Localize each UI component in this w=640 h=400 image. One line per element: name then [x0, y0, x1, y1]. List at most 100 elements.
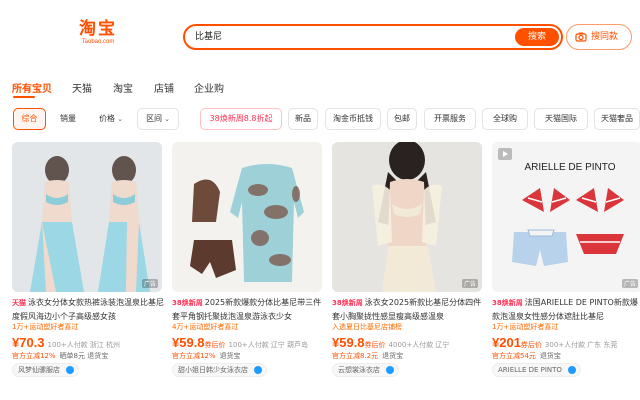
discount-text: 官方立减12% — [12, 352, 56, 360]
search-button[interactable]: 搜索 — [515, 28, 559, 46]
tab-taobao[interactable]: 淘宝 — [113, 80, 133, 95]
price-range-label: 区间 — [146, 114, 163, 123]
price-row: ¥59.8券后价 100+人付款 辽宁 葫芦岛 — [172, 332, 308, 351]
shop-name: 风梦仙骡服店 — [18, 366, 60, 374]
sort-price[interactable]: 价格 ⌄ — [90, 108, 132, 130]
sold-count: 300+人付款 — [544, 341, 586, 349]
product-title[interactable]: 天猫 泳衣女分体女款热裤泳装泡温泉比基尼度假风海边小个子高级感女孩 — [12, 296, 164, 322]
product-card[interactable]: 38焕新周 2025新款爆款分体比基尼带三件套平角钢托聚拢泡温泉游泳衣少女 4万+… — [172, 142, 324, 382]
arrow-icon — [386, 366, 394, 374]
product-title[interactable]: 38焕新周 2025新款爆款分体比基尼带三件套平角钢托聚拢泡温泉游泳衣少女 — [172, 296, 324, 322]
service-text: 退货宝 — [539, 352, 561, 360]
location: 广东 东莞 — [587, 341, 618, 349]
product-badge: 38焕新周 — [332, 299, 363, 307]
shop-link[interactable]: 风梦仙骡服店 — [12, 363, 79, 377]
search-input[interactable] — [195, 30, 495, 40]
product-photo — [332, 142, 482, 292]
sold-count: 100+人付款 — [228, 341, 269, 349]
price-suffix: 券后价 — [364, 341, 386, 349]
arrow-icon — [66, 366, 74, 374]
product-image[interactable] — [172, 142, 322, 292]
chevron-down-icon: ⌄ — [164, 115, 170, 123]
discount-row: 官方立减12% 晒单8元 退货宝 — [12, 351, 108, 361]
product-price: ¥201 — [492, 335, 521, 350]
shop-link[interactable]: ARIELLE DE PINTO — [492, 363, 581, 377]
sold-count: 4000+人付款 — [388, 341, 434, 349]
location: 辽宁 葫芦岛 — [270, 341, 309, 349]
sort-price-label: 价格 — [99, 114, 116, 123]
price-suffix: 券后价 — [204, 341, 226, 349]
discount-text: 官方立减54元 — [492, 352, 536, 360]
product-highlight: 1万+运动塑好者喜过 — [12, 323, 79, 331]
discount-text: 官方立减8.2元 — [332, 352, 379, 360]
taobao-logo[interactable]: 淘宝 Taobao.com — [74, 20, 122, 46]
filter-global[interactable]: 全球购 — [482, 108, 528, 130]
product-image[interactable]: ARIELLE DE PINTO 广告 — [492, 142, 640, 292]
product-highlight: 入选夏日比基尼店铺榜 — [332, 323, 402, 331]
service-text: 退货宝 — [382, 352, 404, 360]
product-photo: ARIELLE DE PINTO — [492, 142, 640, 292]
product-price: ¥59.8 — [332, 335, 365, 350]
chevron-down-icon: ⌄ — [117, 115, 123, 123]
promo-filter[interactable]: 38焕新周8.8折起 — [200, 108, 282, 130]
product-badge: 38焕新周 — [492, 299, 523, 307]
product-image[interactable]: 广告 — [12, 142, 162, 292]
search-box: 搜索 — [183, 24, 563, 50]
product-highlight: 4万+运动塑好者喜过 — [172, 323, 239, 331]
price-row: ¥70.3 100+人付款 浙江 杭州 — [12, 332, 120, 351]
filter-coin[interactable]: 淘金币抵钱 — [325, 108, 381, 130]
product-badge: 天猫 — [12, 299, 26, 307]
filter-invoice[interactable]: 开票服务 — [424, 108, 476, 130]
shop-link[interactable]: 甜小姐日韩少女泳衣店 — [172, 363, 267, 377]
location: 浙江 杭州 — [89, 341, 121, 349]
product-price: ¥70.3 — [12, 335, 45, 350]
filter-new[interactable]: 新品 — [288, 108, 318, 130]
product-title[interactable]: 38焕新周 法国ARIELLE DE PINTO新款爆款泡温泉女性感分体遮肚比基尼 — [492, 296, 640, 322]
price-row: ¥59.8券后价 4000+人付款 辽宁 — [332, 332, 449, 351]
filter-tmall-luxury[interactable]: 天猫奢品 — [594, 108, 640, 130]
sort-sales[interactable]: 销量 — [52, 108, 84, 130]
shop-link[interactable]: 云想裳泳衣店 — [332, 363, 399, 377]
price-row: ¥201券后价 300+人付款 广东 东莞 — [492, 332, 617, 351]
product-title[interactable]: 38焕新周 泳衣女2025新款比基尼分体四件套小胸聚拢性感显瘦高级感温泉 — [332, 296, 484, 322]
camera-icon — [575, 32, 587, 42]
active-tab-indicator — [13, 96, 35, 98]
tab-shops[interactable]: 店铺 — [154, 80, 174, 95]
logo-subtext: Taobao.com — [81, 39, 115, 45]
tab-enterprise[interactable]: 企业购 — [194, 80, 224, 95]
product-card[interactable]: 广告 38焕新周 泳衣女2025新款比基尼分体四件套小胸聚拢性感显瘦高级感温泉 入… — [332, 142, 484, 382]
price-suffix: 券后价 — [520, 341, 542, 349]
arrow-icon — [567, 366, 576, 374]
photo-search-label: 搜同款 — [591, 32, 619, 42]
logo-text: 淘宝 — [79, 19, 117, 39]
product-card[interactable]: ARIELLE DE PINTO 广告 38焕新周 法国ARIELLE DE PI… — [492, 142, 640, 382]
product-photo — [12, 142, 162, 292]
discount-text: 官方立减12% — [172, 352, 216, 360]
tab-all[interactable]: 所有宝贝 — [12, 80, 52, 95]
ad-label: 广告 — [141, 279, 158, 288]
price-range[interactable]: 区间 ⌄ — [137, 108, 179, 130]
tab-tmall[interactable]: 天猫 — [72, 80, 92, 95]
ad-label: 广告 — [621, 279, 638, 288]
filter-tmall-intl[interactable]: 天猫国际 — [534, 108, 588, 130]
location: 辽宁 — [435, 341, 450, 349]
product-badge: 38焕新周 — [172, 299, 203, 307]
product-highlight: 1万+运动塑好者喜过 — [492, 323, 559, 331]
filter-free-shipping[interactable]: 包邮 — [387, 108, 417, 130]
brand-text: ARIELLE DE PINTO — [525, 162, 616, 173]
shop-name: 甜小姐日韩少女泳衣店 — [178, 366, 248, 374]
photo-search-button[interactable]: 搜同款 — [566, 24, 632, 50]
sold-count: 100+人付款 — [47, 341, 88, 349]
ad-label: 广告 — [461, 279, 478, 288]
shop-name: 云想裳泳衣店 — [338, 366, 380, 374]
filter-bar: 综合 销量 价格 ⌄ 区间 ⌄ 38焕新周8.8折起 新品 淘金币抵钱 包邮 开票服… — [0, 108, 640, 132]
service-text: 退货宝 — [219, 352, 241, 360]
discount-row: 官方立减8.2元 退货宝 — [332, 351, 403, 361]
product-image[interactable]: 广告 — [332, 142, 482, 292]
discount-row: 官方立减12% 退货宝 — [172, 351, 241, 361]
discount-row: 官方立减54元 退货宝 — [492, 351, 561, 361]
product-card[interactable]: 广告 天猫 泳衣女分体女款热裤泳装泡温泉比基尼度假风海边小个子高级感女孩 1万+运… — [12, 142, 164, 382]
sort-default[interactable]: 综合 — [13, 108, 46, 130]
product-photo — [172, 142, 322, 292]
product-price: ¥59.8 — [172, 335, 205, 350]
